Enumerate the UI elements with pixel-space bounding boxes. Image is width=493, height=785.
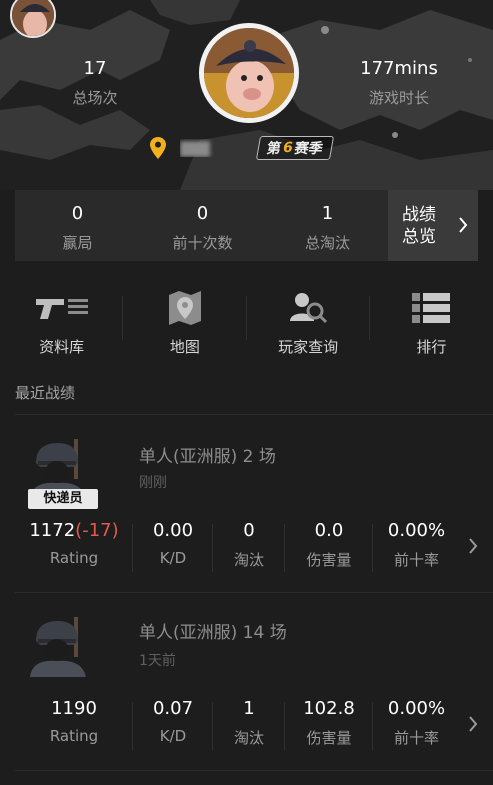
rating-label: Rating bbox=[49, 549, 99, 567]
gun-icon bbox=[35, 299, 88, 319]
match-time: 刚刚 bbox=[139, 475, 167, 491]
kills-stat: 1 淘汰 bbox=[213, 698, 285, 754]
top10-rate-value: 0.00% bbox=[387, 520, 446, 541]
map-icon bbox=[168, 291, 201, 325]
nav-item-map[interactable]: 地图 bbox=[123, 282, 247, 362]
divider bbox=[15, 770, 493, 771]
rating-delta: (-17) bbox=[75, 520, 119, 541]
match-card[interactable]: 快递员 单人(亚洲服) 2 场 刚刚 1172(-17) Rating 0.00… bbox=[0, 415, 493, 585]
chevron-right-icon bbox=[459, 217, 468, 233]
kills-value: 1 bbox=[243, 698, 255, 719]
nav-item-player-search[interactable]: 玩家查询 bbox=[247, 282, 370, 362]
nav-label: 地图 bbox=[169, 338, 200, 356]
ranking-icon bbox=[412, 293, 451, 323]
top10-rate-value: 0.00% bbox=[387, 698, 446, 719]
nav-label: 资料库 bbox=[39, 338, 85, 356]
nav-item-ranking[interactable]: 排行 bbox=[370, 282, 493, 362]
nav-label: 玩家查询 bbox=[278, 338, 339, 356]
character-icon bbox=[30, 617, 86, 677]
summary-bar: 0 赢局 0 前十次数 1 总淘汰 战绩 总览 bbox=[15, 190, 478, 261]
match-mode: 单人(亚洲服) 14 场 bbox=[139, 623, 287, 643]
overview-label-line2: 总览 bbox=[402, 226, 436, 247]
feature-nav: 资料库 地图 玩家查询 排行 bbox=[0, 282, 493, 362]
damage-stat: 0.0 伤害量 bbox=[285, 520, 373, 576]
kills-label: 总淘汰 bbox=[304, 234, 350, 252]
match-time: 1天前 bbox=[139, 653, 176, 669]
play-time-value: 177mins bbox=[360, 58, 438, 79]
kills-label: 淘汰 bbox=[233, 729, 264, 747]
top10-rate-stat: 0.00% 前十率 bbox=[373, 698, 460, 754]
top10-value: 0 bbox=[196, 203, 209, 224]
player-search-icon bbox=[290, 293, 328, 324]
damage-stat: 102.8 伤害量 bbox=[285, 698, 373, 754]
wins-stat: 0 赢局 bbox=[15, 190, 140, 261]
total-games-stat: 17 总场次 bbox=[65, 58, 125, 108]
kills-value: 0 bbox=[243, 520, 255, 541]
top10-stat: 0 前十次数 bbox=[140, 190, 265, 261]
player-identity-row: 第 6 赛季 bbox=[150, 135, 334, 161]
top10-rate-label: 前十率 bbox=[393, 729, 439, 747]
rating-label: Rating bbox=[49, 727, 99, 745]
kills-value: 1 bbox=[321, 203, 334, 224]
season-number: 6 bbox=[281, 140, 295, 156]
season-suffix: 赛季 bbox=[293, 141, 324, 157]
overview-button[interactable]: 战绩 总览 bbox=[388, 190, 478, 261]
rating-value: 1172 bbox=[29, 520, 76, 541]
damage-value: 0.0 bbox=[314, 520, 344, 541]
season-prefix: 第 bbox=[265, 141, 283, 157]
location-pin-icon bbox=[150, 137, 166, 159]
wins-label: 赢局 bbox=[62, 234, 93, 252]
kd-label: K/D bbox=[159, 727, 187, 745]
damage-value: 102.8 bbox=[303, 698, 355, 719]
nav-label: 排行 bbox=[416, 338, 447, 356]
player-name bbox=[180, 139, 248, 157]
kills-stat: 1 总淘汰 bbox=[265, 190, 390, 261]
total-games-value: 17 bbox=[83, 58, 107, 79]
match-mode: 单人(亚洲服) 2 场 bbox=[139, 447, 276, 467]
play-time-stat: 177mins 游戏时长 bbox=[350, 58, 448, 108]
recent-matches-title: 最近战绩 bbox=[15, 384, 76, 402]
total-games-label: 总场次 bbox=[72, 89, 118, 107]
profile-header: 17 总场次 177mins 游戏时长 第 6 赛季 bbox=[0, 0, 493, 190]
top10-label: 前十次数 bbox=[172, 234, 233, 252]
kd-value: 0.00 bbox=[152, 520, 194, 541]
kd-value: 0.07 bbox=[152, 698, 194, 719]
top10-rate-label: 前十率 bbox=[393, 551, 439, 569]
nav-item-database[interactable]: 资料库 bbox=[0, 282, 124, 362]
redacted-name bbox=[180, 140, 210, 157]
damage-label: 伤害量 bbox=[306, 729, 352, 747]
overview-label-line1: 战绩 bbox=[402, 204, 436, 225]
rating-stat: 1190 Rating bbox=[15, 698, 133, 754]
match-stats: 1172(-17) Rating 0.00 K/D 0 淘汰 0.0 伤害量 0… bbox=[15, 520, 460, 576]
wins-value: 0 bbox=[71, 203, 84, 224]
kd-stat: 0.07 K/D bbox=[133, 698, 213, 754]
chevron-right-icon[interactable] bbox=[468, 537, 478, 555]
kills-label: 淘汰 bbox=[233, 551, 264, 569]
rank-badge: 快递员 bbox=[28, 489, 98, 509]
player-avatar[interactable] bbox=[199, 23, 299, 123]
kd-stat: 0.00 K/D bbox=[133, 520, 213, 576]
match-card[interactable]: 单人(亚洲服) 14 场 1天前 1190 Rating 0.07 K/D 1 … bbox=[0, 593, 493, 763]
play-time-label: 游戏时长 bbox=[368, 89, 429, 107]
chevron-right-icon[interactable] bbox=[468, 715, 478, 733]
rating-value: 1190 bbox=[51, 698, 97, 719]
kills-stat: 0 淘汰 bbox=[213, 520, 285, 576]
kd-label: K/D bbox=[159, 549, 187, 567]
season-badge: 第 6 赛季 bbox=[255, 136, 334, 160]
match-stats: 1190 Rating 0.07 K/D 1 淘汰 102.8 伤害量 0.00… bbox=[15, 698, 460, 754]
damage-label: 伤害量 bbox=[306, 551, 352, 569]
top10-rate-stat: 0.00% 前十率 bbox=[373, 520, 460, 576]
rating-stat: 1172(-17) Rating bbox=[15, 520, 133, 576]
